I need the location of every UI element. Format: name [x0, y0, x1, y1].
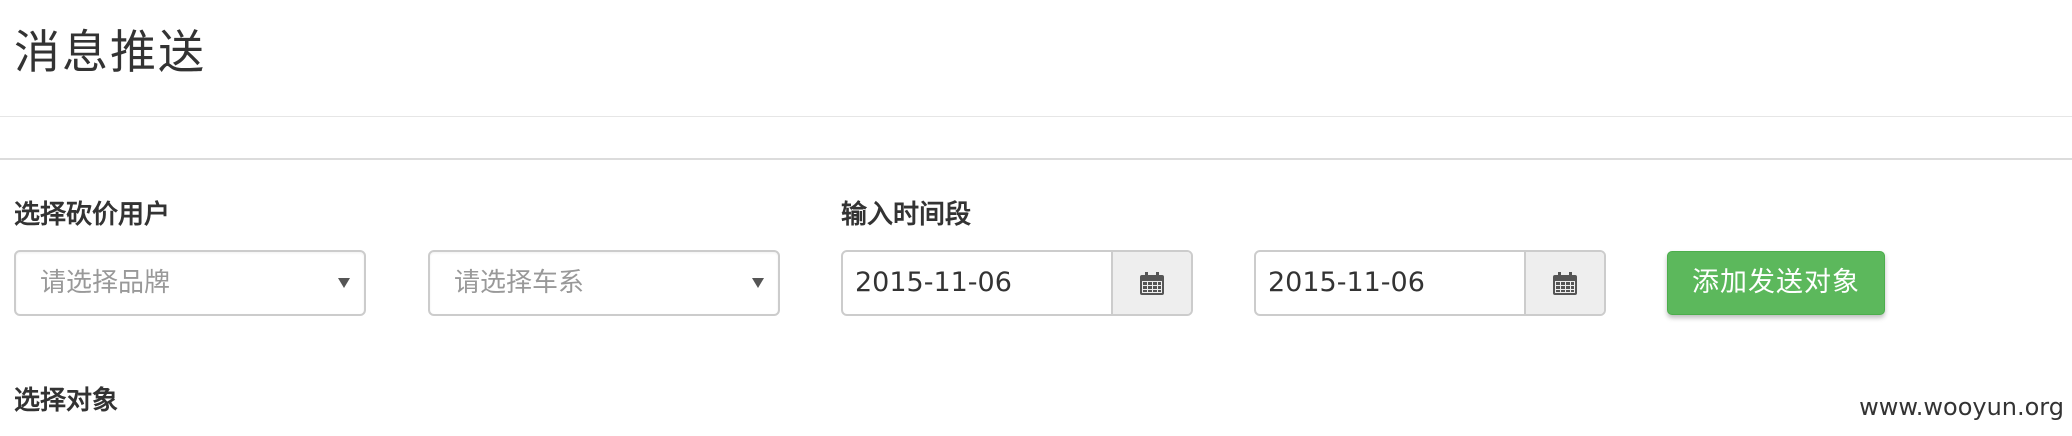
time-range-label: 输入时间段	[841, 200, 972, 230]
select-target-label: 选择对象	[14, 386, 119, 416]
user-select-label: 选择砍价用户	[14, 200, 171, 230]
section-divider	[0, 158, 2072, 160]
end-date-calendar-button[interactable]	[1524, 252, 1604, 314]
chevron-down-icon	[752, 278, 764, 288]
series-select-placeholder: 请选择车系	[454, 268, 585, 298]
header-divider	[0, 116, 2072, 117]
brand-select-placeholder: 请选择品牌	[40, 268, 171, 298]
calendar-icon	[1553, 272, 1577, 295]
calendar-icon	[1140, 272, 1164, 295]
start-date-input[interactable]: 2015-11-06	[855, 252, 1012, 314]
watermark: www.wooyun.org	[1859, 393, 2064, 421]
start-date-group: 2015-11-06	[841, 250, 1193, 316]
start-date-calendar-button[interactable]	[1111, 252, 1191, 314]
chevron-down-icon	[338, 278, 350, 288]
series-select[interactable]: 请选择车系	[428, 250, 780, 316]
end-date-group: 2015-11-06	[1254, 250, 1606, 316]
end-date-input[interactable]: 2015-11-06	[1268, 252, 1425, 314]
brand-select[interactable]: 请选择品牌	[14, 250, 366, 316]
page-title: 消息推送	[14, 25, 206, 79]
add-send-target-button[interactable]: 添加发送对象	[1667, 251, 1885, 315]
